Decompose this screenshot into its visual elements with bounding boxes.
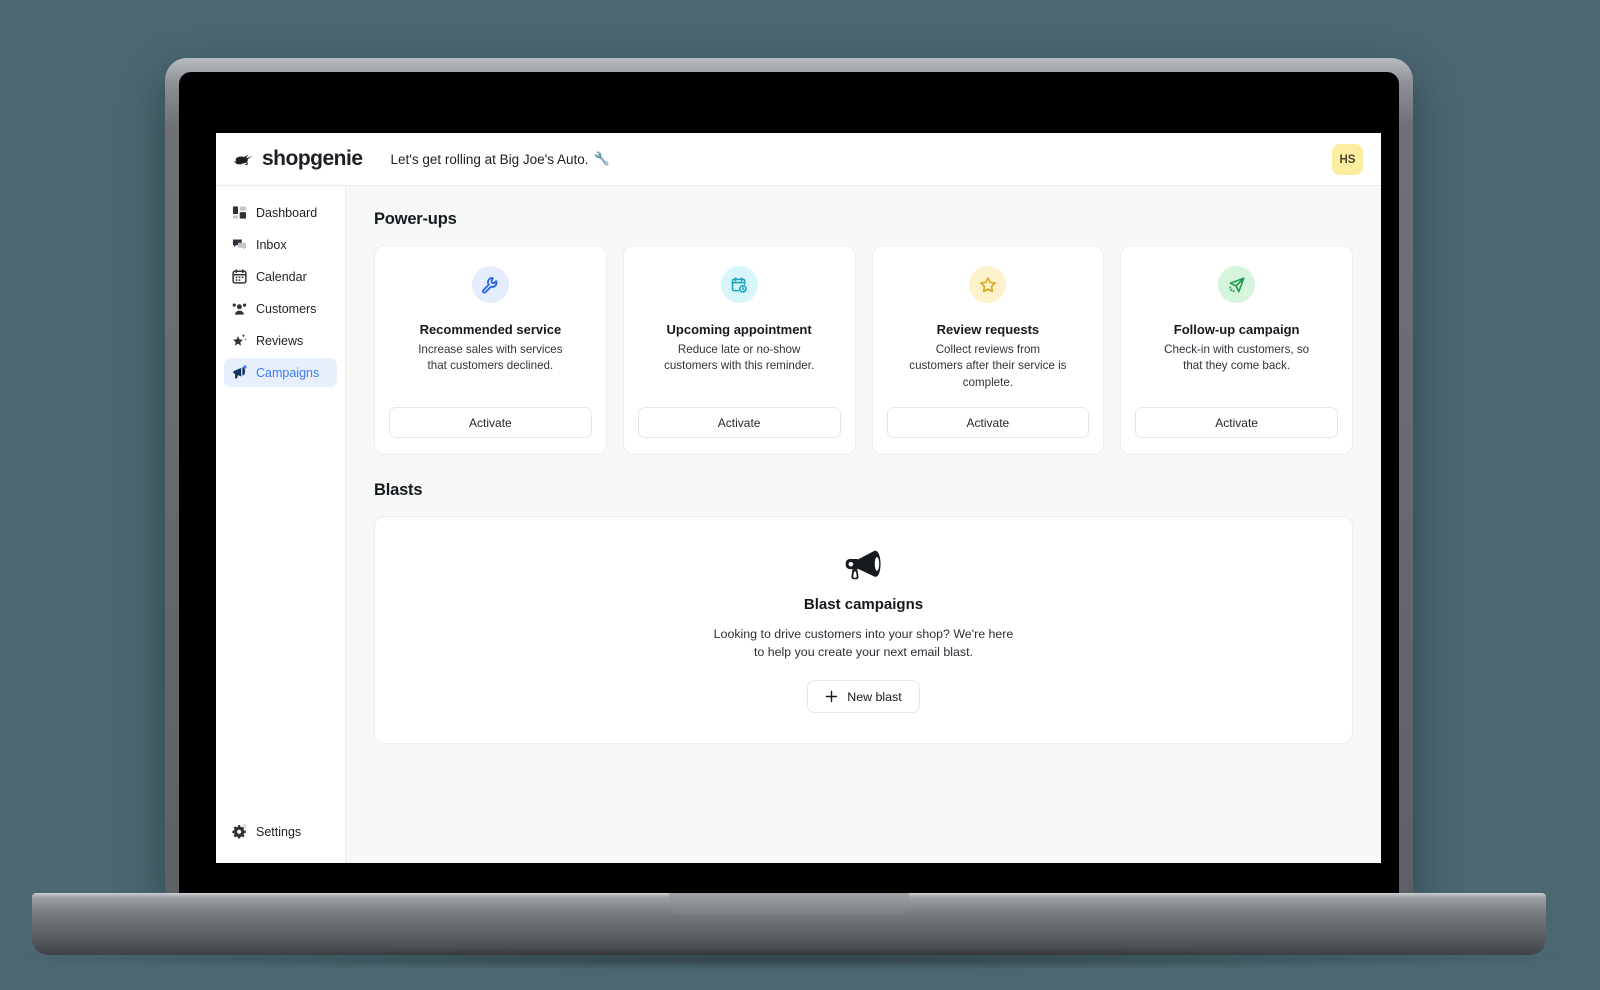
inbox-chat-icon (232, 239, 247, 250)
megaphone-illustration (844, 547, 884, 583)
user-avatar[interactable]: HS (1332, 144, 1363, 175)
greeting-text: Let's get rolling at Big Joe's Auto. (390, 151, 589, 167)
laptop-screen-bezel: shopgenie Let's get rolling at Big Joe's… (179, 72, 1399, 896)
activate-button[interactable]: Activate (637, 407, 841, 439)
wrench-icon-badge (471, 266, 509, 303)
paper-plane-icon-badge (1218, 266, 1256, 303)
sidebar-item-label: Inbox (256, 237, 287, 252)
new-blast-label: New blast (847, 689, 902, 704)
blasts-heading: Blasts (374, 481, 423, 500)
laptop-base (32, 893, 1546, 955)
dashboard-icon (232, 206, 247, 219)
laptop-notch (714, 72, 864, 86)
genie-lamp-icon (234, 154, 253, 166)
powerup-title: Review requests (936, 322, 1040, 337)
sidebar-item-dashboard[interactable]: Dashboard (224, 198, 337, 227)
sidebar-item-label: Calendar (256, 269, 307, 284)
blasts-empty-state-card: Blast campaigns Looking to drive custome… (374, 516, 1353, 745)
sidebar-nav: Dashboard Inbox Calendar Customers Revie… (216, 186, 346, 863)
plus-icon (826, 691, 838, 703)
calendar-clock-icon (731, 276, 747, 293)
blast-desc-line-1: Looking to drive customers into your sho… (713, 627, 1014, 642)
blast-empty-title: Blast campaigns (803, 596, 924, 614)
sidebar-item-label: Settings (256, 824, 302, 839)
powerups-heading: Power-ups (374, 210, 457, 228)
powerup-title: Upcoming appointment (666, 322, 812, 337)
sidebar-item-campaigns[interactable]: Campaigns (224, 358, 337, 387)
star-icon-badge (969, 266, 1007, 303)
app-body: Dashboard Inbox Calendar Customers Revie… (216, 186, 1381, 863)
app-window: shopgenie Let's get rolling at Big Joe's… (216, 133, 1381, 863)
powerup-card: Upcoming appointment Reduce late or no-s… (622, 245, 856, 456)
sidebar-item-label: Dashboard (256, 205, 318, 220)
wrench-emoji-icon: 🔧 (593, 151, 610, 166)
activate-button[interactable]: Activate (389, 407, 592, 439)
top-bar: shopgenie Let's get rolling at Big Joe's… (216, 133, 1381, 186)
sidebar-item-reviews[interactable]: Reviews (224, 326, 337, 355)
wrench-icon (482, 276, 498, 293)
sidebar-item-label: Reviews (256, 333, 304, 348)
sidebar-item-settings[interactable]: Settings (224, 817, 337, 846)
brand-logo[interactable]: shopgenie (234, 147, 363, 171)
laptop-mockup: shopgenie Let's get rolling at Big Joe's… (0, 58, 1580, 970)
powerups-grid: Recommended service Increase sales with … (374, 245, 1353, 456)
customers-icon (232, 303, 247, 315)
calendar-clock-icon-badge (720, 266, 758, 303)
gear-icon (232, 824, 247, 839)
star-icon (980, 276, 996, 292)
powerup-title: Follow-up campaign (1173, 322, 1300, 337)
megaphone-icon (233, 365, 247, 379)
laptop-lid: shopgenie Let's get rolling at Big Joe's… (165, 58, 1413, 896)
brand-name: shopgenie (262, 147, 363, 170)
paper-plane-icon (1228, 276, 1245, 293)
powerup-description: Collect reviews from customers after the… (909, 343, 1067, 389)
powerup-card: Review requests Collect reviews from cus… (871, 245, 1105, 456)
powerup-card: Recommended service Increase sales with … (374, 245, 607, 456)
sidebar-item-inbox[interactable]: Inbox (224, 230, 337, 259)
laptop-shadow (0, 948, 1580, 970)
powerup-description: Increase sales with services that custom… (418, 343, 563, 373)
main-content: Power-ups Recommended service Increase s… (346, 186, 1381, 863)
sidebar-item-label: Customers (256, 301, 317, 316)
activate-button[interactable]: Activate (886, 407, 1090, 439)
greeting-message: Let's get rolling at Big Joe's Auto. 🔧 (391, 151, 610, 167)
powerup-description: Check-in with customers, so that they co… (1164, 343, 1310, 373)
sidebar-item-customers[interactable]: Customers (224, 294, 337, 323)
powerup-title: Recommended service (419, 322, 562, 337)
powerup-description: Reduce late or no-show customers with th… (664, 343, 815, 373)
blast-empty-description: Looking to drive customers into your sho… (714, 626, 1014, 662)
activate-button[interactable]: Activate (1135, 407, 1338, 439)
avatar-initials: HS (1339, 153, 1356, 166)
megaphone-icon (845, 551, 881, 580)
powerup-card: Follow-up campaign Check-in with custome… (1120, 245, 1353, 456)
sidebar-item-label: Campaigns (256, 365, 320, 380)
blast-desc-line-2: to help you create your next email blast… (753, 645, 973, 660)
new-blast-button[interactable]: New blast (807, 680, 920, 714)
star-sparkle-icon (233, 334, 247, 346)
calendar-icon (232, 269, 247, 284)
sidebar-item-calendar[interactable]: Calendar (224, 262, 337, 291)
